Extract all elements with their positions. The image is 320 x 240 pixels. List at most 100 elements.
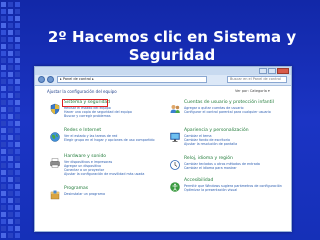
category-link[interactable]: Configurar el control parental para cual… [184, 110, 289, 114]
minimize-button[interactable] [259, 68, 267, 74]
view-by-dropdown[interactable]: Ver por: Categoría ▾ [235, 89, 270, 93]
category-network-internet[interactable]: Redes e Internet Ver el estado y las tar… [49, 128, 169, 154]
pattern-square [8, 198, 13, 203]
pattern-square [15, 163, 20, 168]
pattern-square [8, 58, 13, 63]
category-link[interactable]: Ajustar la resolución de pantalla [184, 142, 289, 146]
control-panel-content: Ajustar la configuración del equipo Ver … [35, 86, 291, 231]
pattern-square [1, 107, 6, 112]
pattern-square [8, 205, 13, 210]
pattern-square [1, 72, 6, 77]
category-title[interactable]: Accesibilidad [184, 178, 213, 183]
window-titlebar[interactable] [35, 67, 291, 75]
pattern-square [8, 233, 13, 238]
close-button[interactable] [277, 68, 289, 74]
pattern-square [1, 16, 6, 21]
pattern-square [15, 191, 20, 196]
category-hardware-sound[interactable]: Hardware y sonido Ver dispositivos e imp… [49, 154, 169, 180]
pattern-square [1, 205, 6, 210]
pattern-square [1, 163, 6, 168]
shield-icon [49, 100, 61, 115]
category-link[interactable]: Cambiar el idioma para mostrar [184, 166, 289, 170]
pattern-square [15, 86, 20, 91]
pattern-square [1, 177, 6, 182]
highlight-box [62, 99, 108, 107]
pattern-square [8, 23, 13, 28]
pattern-square [15, 205, 20, 210]
pattern-square [8, 149, 13, 154]
pattern-square [15, 177, 20, 182]
pattern-square [8, 142, 13, 147]
category-title[interactable]: Hardware y sonido [64, 154, 106, 159]
category-title[interactable]: Programas [64, 186, 88, 191]
pattern-square [1, 191, 6, 196]
pattern-square [15, 37, 20, 42]
pattern-square [8, 170, 13, 175]
pattern-square [15, 135, 20, 140]
pattern-square [8, 177, 13, 182]
pattern-square [1, 79, 6, 84]
pattern-square [15, 233, 20, 238]
category-system-security[interactable]: Sistema y seguridad Revisar el estado de… [49, 99, 169, 126]
pattern-square [15, 142, 20, 147]
pattern-square [15, 23, 20, 28]
category-appearance[interactable]: Apariencia y personalización Cambiar el … [169, 128, 289, 154]
pattern-square [15, 121, 20, 126]
pattern-square [8, 30, 13, 35]
pattern-square [15, 51, 20, 56]
category-title[interactable]: Cuentas de usuario y protección infantil [184, 100, 274, 105]
pattern-square [1, 51, 6, 56]
category-link[interactable]: Ajustar la configuración de movilidad má… [64, 172, 169, 176]
forward-arrow-icon[interactable] [47, 76, 54, 83]
address-toolbar: ▸ Panel de control ▸ Buscar en el Panel … [35, 75, 291, 86]
pattern-square [15, 128, 20, 133]
category-title[interactable]: Apariencia y personalización [184, 128, 249, 133]
pattern-square [1, 114, 6, 119]
pattern-square [1, 65, 6, 70]
category-link[interactable]: Elegir grupo en el hogar y opciones de u… [64, 138, 169, 142]
category-link[interactable]: Desinstalar un programa [64, 192, 169, 196]
category-title[interactable]: Redes e Internet [64, 128, 101, 133]
pattern-square [1, 121, 6, 126]
category-link[interactable]: Buscar y corregir problemas [64, 114, 169, 118]
pattern-square [15, 149, 20, 154]
pattern-square [15, 100, 20, 105]
pattern-square [1, 170, 6, 175]
pattern-square [8, 114, 13, 119]
category-title[interactable]: Reloj, idioma y región [184, 156, 233, 161]
category-accessibility[interactable]: Accesibilidad Permitir que Windows sugie… [169, 178, 289, 204]
back-arrow-icon[interactable] [38, 76, 45, 83]
slide-title-line-2: Seguridad [128, 46, 216, 64]
pattern-square [15, 30, 20, 35]
palette-icon [169, 128, 181, 142]
pattern-square [8, 191, 13, 196]
clock-icon [169, 156, 181, 170]
maximize-button[interactable] [268, 68, 276, 74]
pattern-square [8, 9, 13, 14]
category-user-accounts[interactable]: Cuentas de usuario y protección infantil… [169, 100, 289, 126]
pattern-square [1, 37, 6, 42]
pattern-square [8, 135, 13, 140]
pattern-square [1, 9, 6, 14]
pattern-square [1, 100, 6, 105]
address-bar[interactable]: ▸ Panel de control ▸ [57, 76, 207, 83]
pattern-square [1, 142, 6, 147]
pattern-square [15, 226, 20, 231]
pattern-square [8, 128, 13, 133]
pattern-square [8, 44, 13, 49]
pattern-square [1, 86, 6, 91]
pattern-square [15, 170, 20, 175]
pattern-square [8, 51, 13, 56]
control-panel-window: ▸ Panel de control ▸ Buscar en el Panel … [34, 66, 292, 232]
category-link[interactable]: Optimizar la presentación visual [184, 188, 289, 192]
pattern-square [8, 212, 13, 217]
content-header: Ajustar la configuración del equipo [47, 89, 117, 94]
category-programs[interactable]: Programas Desinstalar un programa [49, 186, 169, 212]
pattern-square [15, 44, 20, 49]
pattern-square [15, 93, 20, 98]
pattern-square [1, 93, 6, 98]
pattern-square [8, 2, 13, 7]
search-input[interactable]: Buscar en el Panel de control [227, 76, 287, 83]
pattern-square [15, 65, 20, 70]
pattern-square [1, 184, 6, 189]
